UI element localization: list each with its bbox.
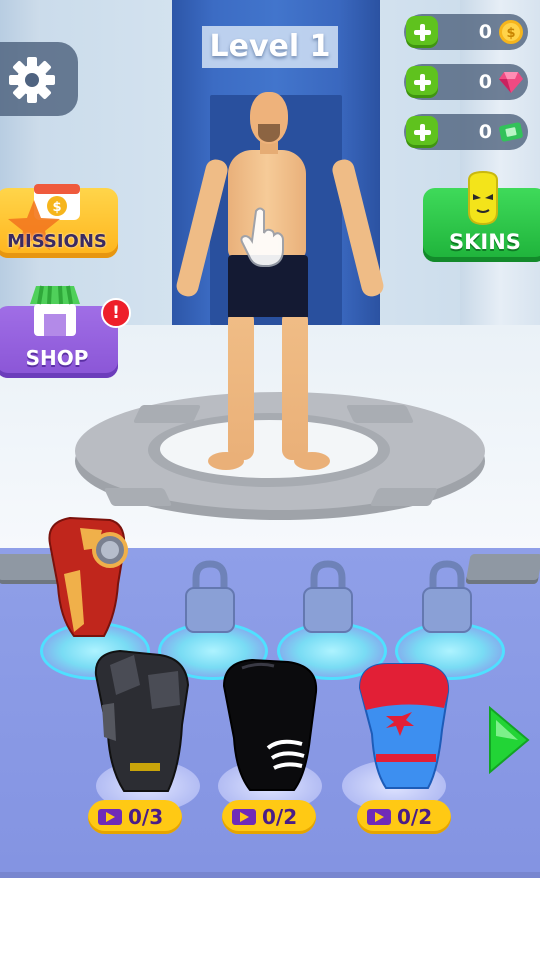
wardrobe-item-red-gold-armor[interactable] [40, 514, 132, 642]
video-play-icon [98, 809, 122, 825]
skins-label: SKINS [449, 230, 521, 254]
yellow-mask-icon [468, 170, 498, 226]
ad-progress-text: 0/3 [128, 805, 164, 829]
ad-progress-pill[interactable]: 0/2 [357, 800, 451, 834]
tickets-count: 0 [478, 121, 492, 143]
ad-progress-text: 0/2 [262, 805, 298, 829]
ad-progress-pill[interactable]: 0/2 [222, 800, 316, 834]
platform-plate [132, 405, 202, 423]
padlock-icon[interactable] [421, 560, 473, 634]
character-left-foot [208, 452, 244, 470]
character-right-leg [282, 310, 308, 460]
platform-plate [369, 488, 439, 506]
missions-label: MISSIONS [7, 231, 107, 252]
ad-progress-pill[interactable]: 0/3 [88, 800, 182, 834]
wardrobe-item-black-symbiote-suit[interactable] [218, 658, 324, 792]
next-page-arrow-icon[interactable] [486, 706, 530, 774]
level-title: Level 1 [202, 26, 338, 68]
gear-icon [9, 57, 55, 103]
tap-hand-icon [240, 207, 284, 267]
pink-gem-icon [499, 72, 523, 93]
svg-text:$: $ [506, 26, 515, 41]
character-beard [258, 124, 280, 142]
coins-count: 0 [478, 21, 492, 43]
shop-label: SHOP [25, 346, 89, 370]
wardrobe-item-black-armor[interactable] [90, 645, 194, 795]
ad-progress-text: 0/2 [397, 805, 433, 829]
settings-button[interactable] [0, 42, 78, 116]
add-tickets-button[interactable] [406, 116, 438, 148]
video-play-icon [367, 809, 391, 825]
shop-alert-badge: ! [101, 298, 131, 328]
platform-plate [345, 405, 415, 423]
padlock-icon[interactable] [184, 560, 236, 634]
green-ticket-icon [499, 122, 523, 142]
wardrobe-item-red-blue-spider-suit[interactable] [356, 660, 452, 792]
coins-counter: 0 $ [404, 14, 528, 50]
store-icon [30, 285, 80, 336]
missions-button[interactable]: $ MISSIONS [0, 184, 118, 258]
platform-plate [103, 488, 173, 506]
padlock-icon[interactable] [302, 560, 354, 634]
platform-top [160, 420, 378, 478]
corner-plate [465, 554, 540, 584]
video-play-icon [232, 809, 256, 825]
add-coins-button[interactable] [406, 16, 438, 48]
add-gems-button[interactable] [406, 66, 438, 98]
shop-button[interactable]: SHOP [0, 285, 118, 378]
character-right-foot [294, 452, 330, 470]
gems-counter: 0 [404, 64, 528, 100]
tickets-counter: 0 [404, 114, 528, 150]
gold-coin-icon: $ [499, 20, 523, 44]
gems-count: 0 [478, 71, 492, 93]
skins-button[interactable]: SKINS [423, 170, 540, 262]
character-left-leg [228, 310, 254, 460]
